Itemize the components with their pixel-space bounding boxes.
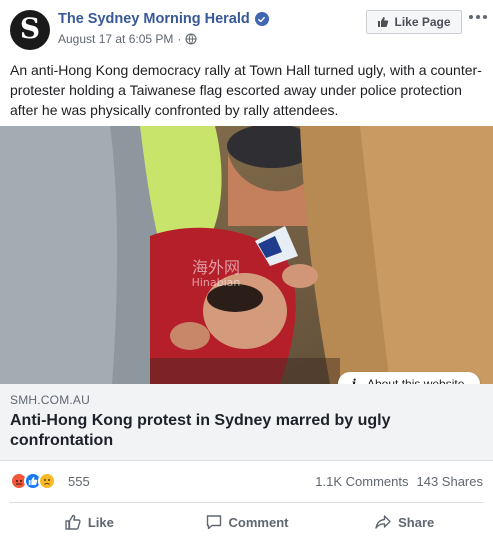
post-meta: August 17 at 6:05 PM · xyxy=(58,32,197,46)
share-icon xyxy=(375,515,391,529)
post-actions: Like Comment Share xyxy=(10,504,483,540)
post-header: S The Sydney Morning Herald August 17 at… xyxy=(0,0,493,56)
link-preview-image[interactable]: 海外网 Hinabian xyxy=(0,126,493,384)
like-button[interactable]: Like xyxy=(10,504,168,540)
thumbs-up-outline-icon xyxy=(65,514,81,530)
like-page-button[interactable]: Like Page xyxy=(366,10,462,34)
comment-share-counts: 1.1K Comments 143 Shares xyxy=(315,474,483,489)
engagement-stats: 555 1.1K Comments 143 Shares xyxy=(10,470,483,492)
actions-divider xyxy=(10,502,483,503)
post-timestamp[interactable]: August 17 at 6:05 PM xyxy=(58,32,173,46)
watermark-pinyin: Hinabian xyxy=(191,276,241,289)
comment-button[interactable]: Comment xyxy=(168,504,326,540)
globe-icon[interactable] xyxy=(185,33,197,45)
page-name-row: The Sydney Morning Herald xyxy=(58,11,269,27)
verified-badge-icon xyxy=(254,12,269,26)
comment-icon xyxy=(206,515,221,530)
link-domain: SMH.COM.AU xyxy=(10,393,90,407)
like-label: Like xyxy=(87,514,114,530)
shares-count[interactable]: 143 Shares xyxy=(417,474,484,489)
sad-reaction-icon xyxy=(38,472,56,490)
comments-count[interactable]: 1.1K Comments xyxy=(315,474,408,489)
meta-separator: · xyxy=(177,32,182,46)
more-options-icon[interactable] xyxy=(467,9,489,25)
share-label: Share xyxy=(398,514,435,530)
thumbs-up-icon xyxy=(378,17,389,27)
link-preview-box[interactable]: SMH.COM.AU Anti-Hong Kong protest in Syd… xyxy=(0,384,493,461)
comment-label: Comment xyxy=(228,514,289,530)
reaction-icons[interactable] xyxy=(10,472,56,490)
page-avatar[interactable]: S xyxy=(10,10,50,50)
reaction-count[interactable]: 555 xyxy=(68,474,90,489)
like-page-label: Like Page xyxy=(394,15,451,29)
link-title[interactable]: Anti-Hong Kong protest in Sydney marred … xyxy=(10,411,480,451)
post-text: An anti-Hong Kong democracy rally at Tow… xyxy=(10,62,482,118)
page-name-link[interactable]: The Sydney Morning Herald xyxy=(58,11,250,27)
watermark-chinese: 海外网 xyxy=(191,258,240,277)
share-button[interactable]: Share xyxy=(325,504,483,540)
avatar-logo: S xyxy=(19,12,41,45)
